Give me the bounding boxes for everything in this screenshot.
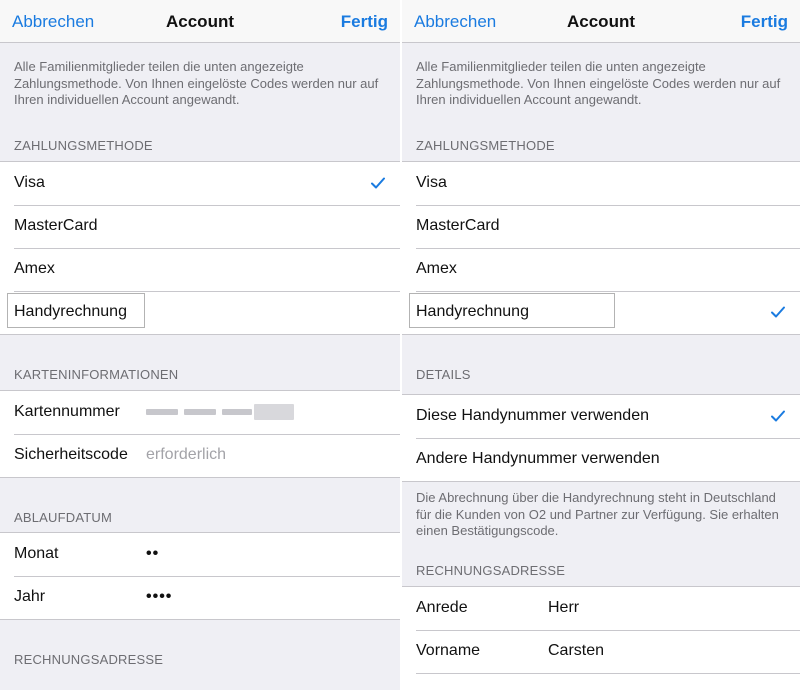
payment-option-label: Handyrechnung: [416, 303, 529, 320]
account-screen-mobile-bill: Abbrechen Account Fertig Alle Familienmi…: [402, 0, 800, 690]
payment-option-label: Amex: [14, 260, 55, 277]
security-code-label: Sicherheitscode: [14, 446, 128, 463]
family-sharing-note: Alle Familienmitglieder teilen die unten…: [14, 59, 379, 107]
year-label: Jahr: [14, 588, 46, 605]
expiry-date-list: Monat •• Jahr ••••: [0, 532, 400, 620]
use-other-number-option[interactable]: Andere Handynummer verwenden: [402, 438, 800, 481]
salutation-label: Anrede: [416, 599, 468, 616]
year-field[interactable]: ••••: [146, 588, 172, 606]
done-button[interactable]: Fertig: [341, 12, 388, 32]
billing-address-header: RECHNUNGSADRESSE: [14, 652, 164, 667]
payment-option-amex[interactable]: Amex: [402, 248, 800, 291]
checkmark-icon: [770, 408, 786, 424]
payment-option-visa[interactable]: Visa: [0, 162, 400, 205]
security-code-field[interactable]: erforderlich: [146, 446, 226, 464]
payment-method-list: Visa MasterCard Amex Handyrechnung: [402, 161, 800, 335]
account-screen-card: Abbrechen Account Fertig Alle Familienmi…: [0, 0, 400, 690]
details-list: Diese Handynummer verwenden Andere Handy…: [402, 394, 800, 482]
screenshot-pair: Abbrechen Account Fertig Alle Familienmi…: [0, 0, 800, 690]
payment-option-label: MasterCard: [14, 217, 98, 234]
payment-option-mastercard[interactable]: MasterCard: [402, 205, 800, 248]
payment-option-label: Amex: [416, 260, 457, 277]
salutation-row[interactable]: Anrede Herr: [402, 587, 800, 630]
salutation-value[interactable]: Herr: [548, 599, 579, 617]
checkmark-icon: [770, 304, 786, 320]
card-number-label: Kartennummer: [14, 403, 120, 420]
details-option-label: Andere Handynummer verwenden: [416, 450, 660, 467]
billing-address-header: RECHNUNGSADRESSE: [416, 563, 566, 578]
payment-option-visa[interactable]: Visa: [402, 162, 800, 205]
payment-option-label: MasterCard: [416, 217, 500, 234]
family-sharing-note: Alle Familienmitglieder teilen die unten…: [416, 59, 781, 107]
security-code-row[interactable]: Sicherheitscode erforderlich: [0, 434, 400, 477]
mobile-billing-note: Die Abrechnung über die Handyrechnung st…: [416, 490, 779, 538]
payment-option-mobile-bill[interactable]: Handyrechnung: [402, 291, 800, 334]
payment-option-mobile-bill[interactable]: Handyrechnung: [0, 291, 400, 334]
checkmark-icon: [370, 175, 386, 191]
payment-option-label: Handyrechnung: [14, 303, 127, 320]
month-field[interactable]: ••: [146, 545, 159, 563]
done-button[interactable]: Fertig: [741, 12, 788, 32]
payment-method-header: ZAHLUNGSMETHODE: [14, 138, 153, 153]
payment-option-label: Visa: [416, 174, 447, 191]
first-name-label: Vorname: [416, 642, 481, 659]
card-info-list: Kartennummer Sicherheitscode erforderlic…: [0, 390, 400, 478]
expiry-date-header: ABLAUFDATUM: [14, 510, 113, 525]
payment-method-header: ZAHLUNGSMETHODE: [416, 138, 555, 153]
next-address-row[interactable]: [402, 673, 800, 690]
use-this-number-option[interactable]: Diese Handynummer verwenden: [402, 395, 800, 438]
masked-card-number: [146, 404, 294, 420]
navigation-bar: Abbrechen Account Fertig: [402, 0, 800, 43]
payment-method-list: Visa MasterCard Amex Handyrechnung: [0, 161, 400, 335]
payment-option-label: Visa: [14, 174, 45, 191]
details-header: DETAILS: [416, 367, 471, 382]
navigation-bar: Abbrechen Account Fertig: [0, 0, 400, 43]
card-info-header: KARTENINFORMATIONEN: [14, 367, 179, 382]
payment-option-mastercard[interactable]: MasterCard: [0, 205, 400, 248]
billing-address-list: Anrede Herr Vorname Carsten: [402, 586, 800, 690]
first-name-value[interactable]: Carsten: [548, 642, 604, 660]
month-label: Monat: [14, 545, 59, 562]
month-row[interactable]: Monat ••: [0, 533, 400, 576]
card-number-row[interactable]: Kartennummer: [0, 391, 400, 434]
details-option-label: Diese Handynummer verwenden: [416, 407, 649, 424]
year-row[interactable]: Jahr ••••: [0, 576, 400, 619]
first-name-row[interactable]: Vorname Carsten: [402, 630, 800, 673]
payment-option-amex[interactable]: Amex: [0, 248, 400, 291]
